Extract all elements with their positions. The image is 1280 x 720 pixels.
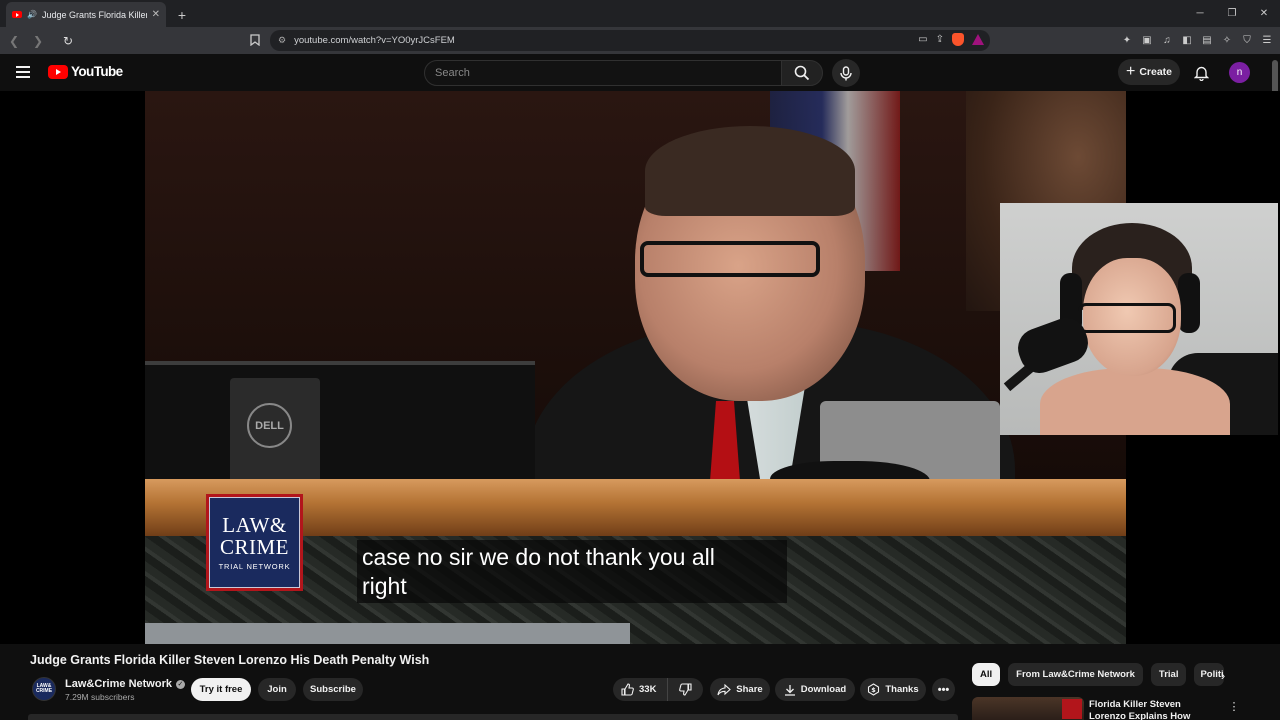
thumbs-down-icon	[679, 683, 692, 696]
search-placeholder: Search	[435, 67, 470, 79]
cast-icon[interactable]: ▭	[918, 34, 927, 45]
video-frame[interactable]: DELL LAW& CRIME TRIAL NETWORK case no si…	[145, 91, 1126, 644]
caption-line: right	[362, 573, 407, 599]
try-it-free-button[interactable]: Try it free	[191, 678, 251, 701]
youtube-play-icon	[48, 64, 68, 79]
share-page-icon[interactable]: ⇪	[936, 34, 944, 45]
share-icon	[717, 683, 732, 695]
youtube-header: YouTube Search + Create n	[0, 54, 1280, 92]
subscribe-button[interactable]: Subscribe	[303, 678, 363, 701]
svg-text:$: $	[872, 686, 877, 694]
dislike-button[interactable]	[668, 683, 703, 696]
plus-icon: +	[1125, 63, 1136, 80]
audio-playing-icon[interactable]: 🔊	[27, 10, 37, 19]
search-button[interactable]	[781, 60, 823, 86]
tab-search-icon[interactable]: ▣	[1140, 32, 1154, 48]
chip-all[interactable]: All	[972, 663, 1001, 686]
video-name-plate	[145, 623, 630, 644]
more-actions-icon[interactable]: •••	[932, 678, 955, 701]
caption-line: case no sir we do not thank you all	[362, 544, 715, 570]
verified-icon: ✓	[175, 679, 185, 689]
back-icon[interactable]: ❮	[4, 31, 24, 51]
video-monitor	[145, 361, 535, 491]
webcam-person-glasses	[1078, 303, 1176, 333]
channel-name-link[interactable]: Law&Crime Network ✓	[65, 678, 185, 690]
address-bar[interactable]: ⚙ youtube.com/watch?v=YO0yrJCsFEM ▭ ⇪	[270, 30, 990, 51]
wallet-icon[interactable]: ▤	[1200, 32, 1214, 48]
thanks-button[interactable]: $ Thanks	[860, 678, 926, 701]
media-control-icon[interactable]: ♫	[1160, 32, 1174, 48]
chip-trial[interactable]: Trial	[1150, 663, 1187, 686]
minimize-icon[interactable]: ─	[1184, 0, 1216, 27]
share-button[interactable]: Share	[710, 678, 770, 701]
window-controls: ─ ❐ ✕	[1184, 0, 1280, 27]
extensions-icon[interactable]: ✦	[1120, 32, 1134, 48]
notifications-button[interactable]	[1190, 62, 1212, 84]
channel-avatar[interactable]: LAW& CRIME	[32, 677, 56, 701]
browser-tab-bar: 🔊 Judge Grants Florida Killer Steven Lor…	[0, 0, 1280, 27]
webcam-overlay	[1000, 203, 1278, 435]
download-icon	[784, 684, 795, 696]
close-window-icon[interactable]: ✕	[1248, 0, 1280, 27]
restore-icon[interactable]: ❐	[1216, 0, 1248, 27]
video-dell-logo: DELL	[247, 403, 292, 448]
recommended-video-title[interactable]: Florida Killer Steven Lorenzo Explains H…	[1089, 699, 1214, 720]
description-box-edge	[28, 714, 958, 720]
video-player[interactable]: DELL LAW& CRIME TRIAL NETWORK case no si…	[0, 91, 1280, 644]
video-judge-hair	[645, 126, 855, 216]
law-crime-watermark: LAW& CRIME TRIAL NETWORK	[206, 494, 303, 591]
account-avatar[interactable]: n	[1229, 62, 1250, 83]
download-button[interactable]: Download	[775, 678, 855, 701]
bookmark-icon[interactable]	[246, 31, 264, 49]
leo-ai-icon[interactable]: ✧	[1220, 32, 1234, 48]
thanks-dollar-icon: $	[868, 683, 880, 696]
reload-icon[interactable]: ↻	[58, 31, 78, 51]
search-input[interactable]: Search	[424, 60, 782, 86]
recommended-video-thumbnail[interactable]	[972, 697, 1084, 720]
like-dislike-group: 33K	[613, 678, 703, 701]
join-button[interactable]: Join	[258, 678, 296, 701]
site-info-icon[interactable]: ⚙	[278, 35, 286, 46]
like-button[interactable]: 33K	[613, 678, 668, 701]
like-count: 33K	[639, 684, 657, 695]
more-vert-icon[interactable]: ⋮	[1228, 698, 1240, 714]
headphones-icon	[1178, 273, 1200, 333]
video-title: Judge Grants Florida Killer Steven Loren…	[30, 653, 430, 667]
related-filter-chips: All From Law&Crime Network Trial Politic…	[972, 663, 1225, 686]
voice-search-button[interactable]	[832, 59, 860, 87]
youtube-favicon-icon	[12, 11, 22, 18]
guide-menu-icon[interactable]	[16, 66, 30, 78]
forward-icon[interactable]: ❯	[28, 31, 48, 51]
tab-title: Judge Grants Florida Killer Steven Loren…	[41, 9, 147, 20]
microphone-icon	[840, 65, 852, 80]
create-button[interactable]: + Create	[1118, 59, 1180, 85]
extension-icons: ✦ ▣ ♫ ◧ ▤ ✧ ⛉ ☰	[1120, 32, 1274, 48]
menu-icon[interactable]: ☰	[1260, 32, 1274, 48]
browser-toolbar: ❮ ❯ ↻ ⚙ youtube.com/watch?v=YO0yrJCsFEM …	[0, 27, 1280, 54]
youtube-logo[interactable]: YouTube	[48, 64, 123, 79]
browser-tab[interactable]: 🔊 Judge Grants Florida Killer Steven Lor…	[6, 2, 166, 27]
close-tab-icon[interactable]: ✕	[152, 9, 160, 20]
vpn-icon[interactable]: ⛉	[1240, 32, 1254, 48]
chip-from-channel[interactable]: From Law&Crime Network	[1008, 663, 1143, 686]
new-tab-button[interactable]: +	[170, 3, 194, 27]
video-judge-glasses	[640, 241, 820, 277]
subscriber-count: 7.29M subscribers	[65, 692, 135, 702]
chevron-right-icon[interactable]: ›	[1213, 665, 1233, 685]
sidebar-icon[interactable]: ◧	[1180, 32, 1194, 48]
url-text: youtube.com/watch?v=YO0yrJCsFEM	[294, 35, 455, 46]
closed-captions: case no sir we do not thank you all righ…	[357, 540, 787, 603]
brave-rewards-icon[interactable]	[972, 34, 984, 45]
brave-shields-icon[interactable]	[952, 33, 964, 46]
bell-icon	[1193, 66, 1209, 81]
search-icon	[794, 65, 810, 81]
thumbs-up-icon	[621, 683, 634, 696]
webcam-person-body	[1040, 368, 1230, 435]
